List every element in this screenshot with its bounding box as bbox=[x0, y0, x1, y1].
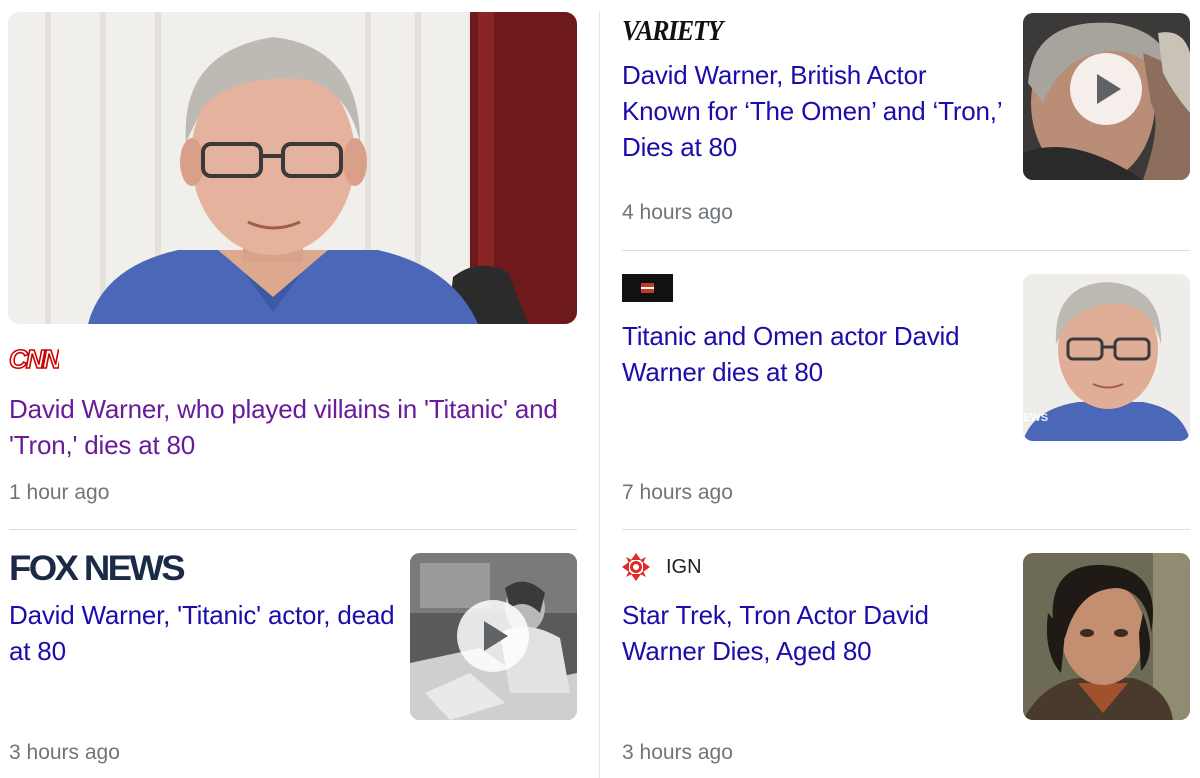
story-headline-cnn[interactable]: David Warner, who played villains in 'Ti… bbox=[9, 391, 589, 463]
story-headline-fox[interactable]: David Warner, 'Titanic' actor, dead at 8… bbox=[9, 597, 399, 669]
fox-news-logo: FOX NEWS bbox=[9, 550, 189, 586]
story-separator bbox=[622, 529, 1190, 530]
story-separator bbox=[622, 250, 1190, 251]
story-time-cnn: 1 hour ago bbox=[9, 481, 110, 504]
story-time-fox: 3 hours ago bbox=[9, 741, 120, 764]
man-portrait-thumbnail bbox=[1023, 553, 1190, 720]
story-thumbnail-news-channel[interactable]: EWS bbox=[1023, 274, 1190, 441]
cnn-logo: CNN bbox=[9, 346, 59, 372]
news-channel-logo bbox=[622, 274, 673, 302]
svg-text:VARIETY: VARIETY bbox=[622, 15, 725, 44]
story-thumbnail-fox[interactable] bbox=[410, 553, 577, 720]
story-headline-variety[interactable]: David Warner, British Actor Known for ‘T… bbox=[622, 57, 1002, 165]
variety-logo: VARIETY bbox=[622, 12, 726, 44]
story-separator bbox=[9, 529, 577, 530]
play-button[interactable] bbox=[457, 600, 529, 672]
story-image-cnn[interactable] bbox=[8, 12, 577, 324]
play-icon bbox=[484, 621, 508, 651]
ign-logo-icon bbox=[622, 553, 650, 581]
column-divider bbox=[599, 12, 600, 778]
svg-text:FOX NEWS: FOX NEWS bbox=[9, 550, 184, 586]
story-time-ign: 3 hours ago bbox=[622, 741, 733, 764]
ign-source-name: IGN bbox=[666, 555, 702, 578]
ign-source: IGN bbox=[622, 553, 702, 581]
svg-text:CNN: CNN bbox=[9, 346, 59, 372]
thumbnail-watermark: EWS bbox=[1023, 412, 1049, 424]
story-time-news-channel: 7 hours ago bbox=[622, 481, 733, 504]
story-time-variety: 4 hours ago bbox=[622, 201, 733, 224]
man-portrait-photo bbox=[8, 12, 577, 324]
story-headline-news-channel[interactable]: Titanic and Omen actor David Warner dies… bbox=[622, 318, 1002, 390]
play-icon bbox=[1097, 74, 1121, 104]
play-button[interactable] bbox=[1070, 53, 1142, 125]
story-thumbnail-variety[interactable] bbox=[1023, 13, 1190, 180]
story-headline-ign[interactable]: Star Trek, Tron Actor David Warner Dies,… bbox=[622, 597, 1012, 669]
story-thumbnail-ign[interactable] bbox=[1023, 553, 1190, 720]
